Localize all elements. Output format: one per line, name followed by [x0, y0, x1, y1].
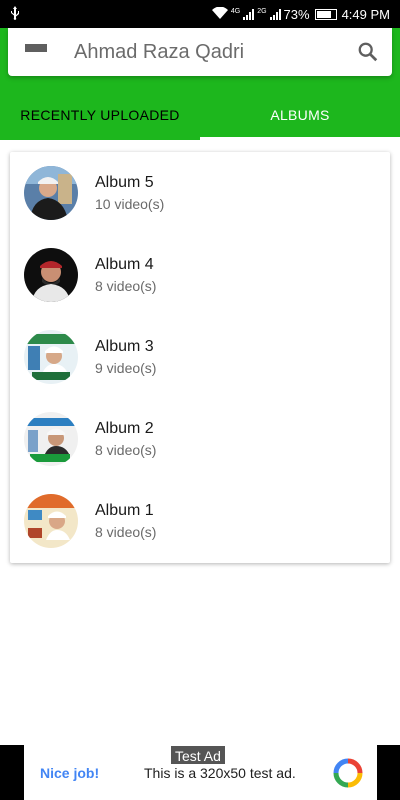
tab-bar: RECENTLY UPLOADED ALBUMS — [0, 90, 400, 140]
album-name: Album 4 — [95, 256, 154, 273]
network-type-1: 4G — [230, 8, 241, 15]
album-video-count: 10 video(s) — [95, 196, 165, 212]
status-bar: 4G 2G 73% 4:49 PM — [0, 0, 400, 28]
ad-body-text: This is a 320x50 test ad. — [144, 764, 296, 781]
list-item-album-2[interactable]: Album 2 8 video(s) — [10, 398, 390, 480]
list-item-album-5[interactable]: Album 5 10 video(s) — [10, 152, 390, 234]
signal-icon-1 — [243, 8, 255, 20]
list-item-album-3[interactable]: Album 3 9 video(s) — [10, 316, 390, 398]
tab-albums[interactable]: ALBUMS — [200, 90, 400, 140]
avatar — [24, 330, 78, 384]
ad-logo-icon — [333, 758, 363, 788]
battery-icon — [314, 8, 337, 20]
album-name: Album 2 — [95, 420, 154, 437]
wifi-icon — [211, 6, 228, 22]
network-type-2: 2G — [257, 8, 267, 15]
album-video-count: 9 video(s) — [95, 360, 157, 376]
signal-icon-2 — [269, 8, 281, 20]
status-time: 4:49 PM — [341, 6, 390, 22]
avatar — [24, 248, 78, 302]
album-list: Album 5 10 video(s) Album 4 8 video(s) A… — [10, 152, 390, 563]
album-name: Album 3 — [95, 338, 154, 355]
page-title: Ahmad Raza Qadri — [74, 40, 245, 63]
album-video-count: 8 video(s) — [95, 278, 157, 294]
list-item-album-1[interactable]: Album 1 8 video(s) — [10, 480, 390, 562]
toolbar-card: Ahmad Raza Qadri — [8, 28, 392, 76]
avatar — [24, 412, 78, 466]
battery-percent: 73% — [283, 6, 310, 22]
album-video-count: 8 video(s) — [95, 524, 157, 540]
tab-recently-uploaded[interactable]: RECENTLY UPLOADED — [0, 90, 200, 140]
ad-nice-job-text: Nice job! — [40, 764, 100, 781]
album-name: Album 1 — [95, 502, 154, 519]
app-header: Ahmad Raza Qadri RECENTLY UPLOADED ALBUM… — [0, 28, 400, 140]
usb-icon — [10, 5, 20, 23]
album-name: Album 5 — [95, 174, 154, 191]
menu-icon[interactable] — [8, 28, 64, 76]
list-item-album-4[interactable]: Album 4 8 video(s) — [10, 234, 390, 316]
search-icon[interactable] — [344, 28, 392, 76]
album-video-count: 8 video(s) — [95, 442, 157, 458]
avatar — [24, 494, 78, 548]
avatar — [24, 166, 78, 220]
test-ad-label: Test Ad — [170, 745, 226, 765]
